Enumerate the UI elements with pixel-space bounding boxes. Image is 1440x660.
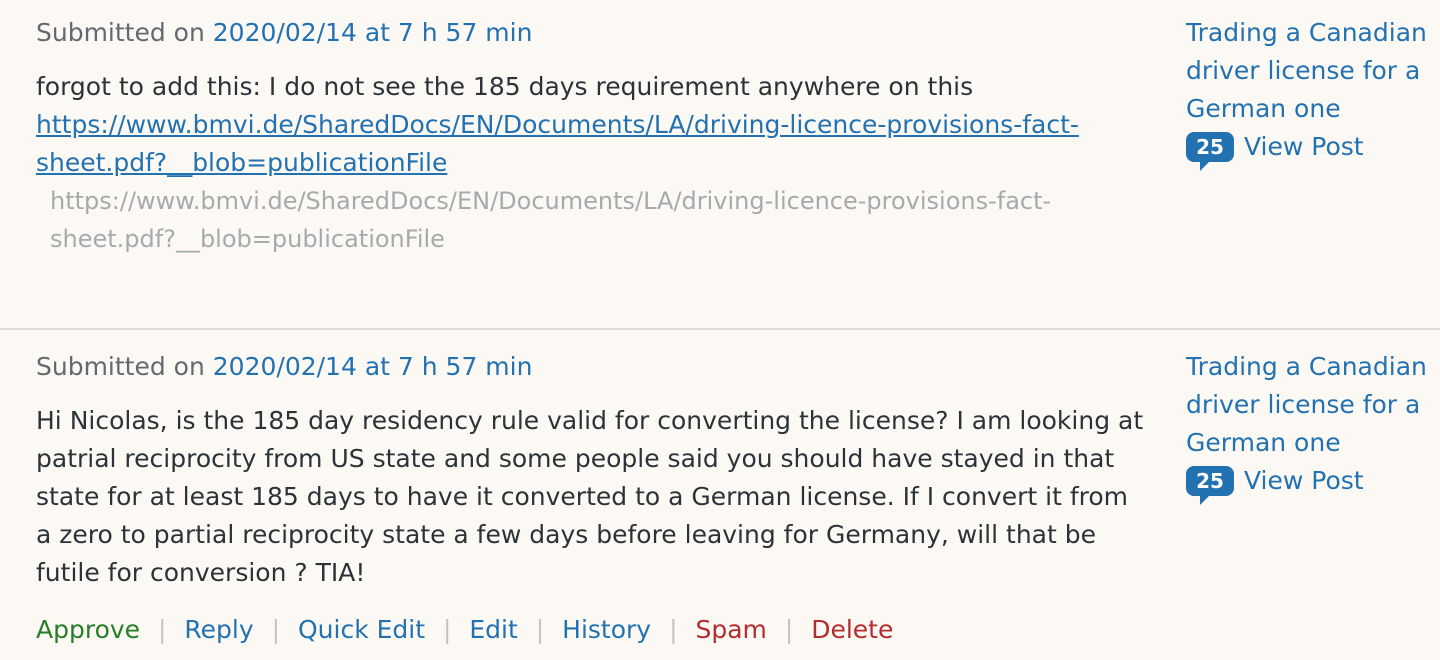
approve-link[interactable]: Approve bbox=[36, 615, 140, 644]
comment-content: Submitted on 2020/02/14 at 7 h 57 min fo… bbox=[36, 14, 1146, 258]
comment-text: Hi Nicolas, is the 185 day residency rul… bbox=[36, 406, 1144, 587]
submitted-line: Submitted on 2020/02/14 at 7 h 57 min bbox=[36, 14, 1146, 52]
comment-count-badge[interactable]: 25 bbox=[1186, 466, 1234, 505]
url-preview: https://www.bmvi.de/SharedDocs/EN/Docume… bbox=[50, 187, 1052, 253]
submitted-label: Submitted on bbox=[36, 18, 205, 47]
separator: | bbox=[669, 615, 678, 644]
submitted-label: Submitted on bbox=[36, 352, 205, 381]
comment-url-link[interactable]: https://www.bmvi.de/SharedDocs/EN/Docume… bbox=[36, 110, 1079, 177]
post-title-link[interactable]: Trading a Canadian driver license for a … bbox=[1186, 348, 1436, 462]
reply-link[interactable]: Reply bbox=[184, 615, 253, 644]
history-link[interactable]: History bbox=[562, 615, 651, 644]
post-title-link[interactable]: Trading a Canadian driver license for a … bbox=[1186, 14, 1436, 128]
separator: | bbox=[535, 615, 545, 644]
comment-row: Submitted on 2020/02/14 at 7 h 57 min Hi… bbox=[0, 331, 1440, 660]
post-meta: 25 View Post bbox=[1186, 128, 1436, 171]
view-post-link[interactable]: View Post bbox=[1244, 128, 1364, 166]
view-post-link[interactable]: View Post bbox=[1244, 462, 1364, 500]
spam-link[interactable]: Spam bbox=[695, 615, 766, 644]
comment-count-badge[interactable]: 25 bbox=[1186, 132, 1234, 171]
separator: | bbox=[443, 615, 452, 644]
submitted-date-link[interactable]: 2020/02/14 at 7 h 57 min bbox=[213, 18, 533, 47]
separator: | bbox=[784, 615, 794, 644]
post-info: Trading a Canadian driver license for a … bbox=[1186, 348, 1436, 505]
submitted-date-link[interactable]: 2020/02/14 at 7 h 57 min bbox=[213, 352, 533, 381]
delete-link[interactable]: Delete bbox=[811, 615, 893, 644]
separator: | bbox=[158, 615, 167, 644]
comment-text: forgot to add this: I do not see the 185… bbox=[36, 68, 1146, 182]
comment-body: forgot to add this: I do not see the 185… bbox=[36, 72, 974, 101]
submitted-line: Submitted on 2020/02/14 at 7 h 57 min bbox=[36, 348, 1146, 386]
post-meta: 25 View Post bbox=[1186, 462, 1436, 505]
comment-row: Submitted on 2020/02/14 at 7 h 57 min fo… bbox=[0, 0, 1440, 330]
edit-link[interactable]: Edit bbox=[469, 615, 517, 644]
quick-edit-link[interactable]: Quick Edit bbox=[298, 615, 425, 644]
post-info: Trading a Canadian driver license for a … bbox=[1186, 14, 1436, 171]
separator: | bbox=[271, 615, 281, 644]
comment-content: Submitted on 2020/02/14 at 7 h 57 min Hi… bbox=[36, 348, 1146, 592]
row-actions: Approve | Reply | Quick Edit | Edit | Hi… bbox=[36, 611, 893, 649]
